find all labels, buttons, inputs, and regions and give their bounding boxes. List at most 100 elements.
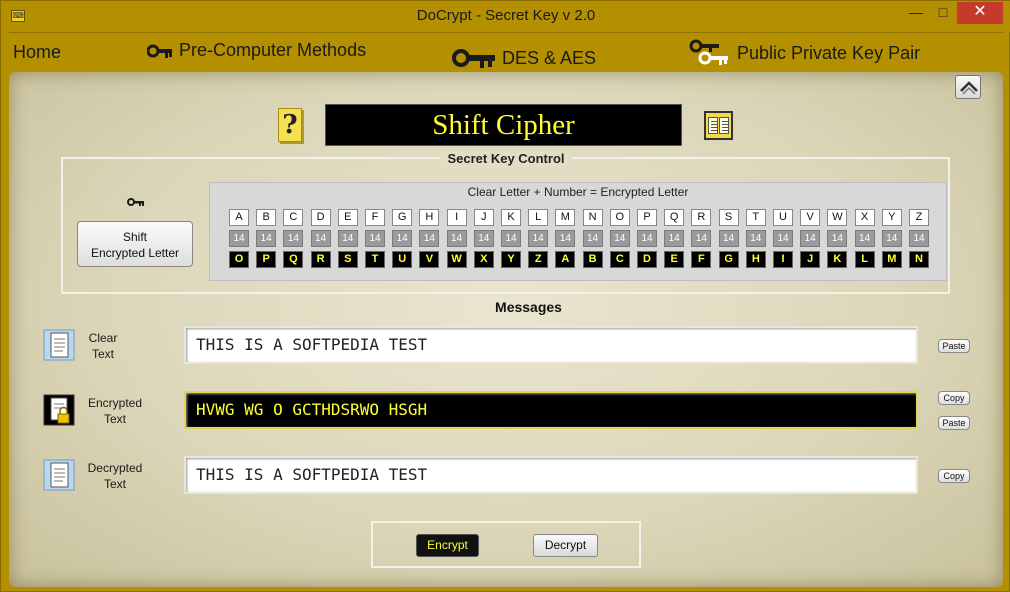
book-icon[interactable] xyxy=(704,111,733,140)
book-line xyxy=(722,121,728,122)
menu-home[interactable]: Home xyxy=(13,42,61,63)
book-line xyxy=(722,130,728,131)
shift-number-cell[interactable]: 14 xyxy=(664,230,685,247)
encrypted-letter-cell: F xyxy=(691,251,712,268)
encrypted-letter-cell: R xyxy=(310,251,331,268)
maximize-button[interactable]: □ xyxy=(930,2,956,24)
minimize-button[interactable]: — xyxy=(903,2,929,24)
shift-number-cell[interactable]: 14 xyxy=(365,230,385,247)
shift-number-cell[interactable]: 14 xyxy=(392,230,413,247)
shift-number-cell[interactable]: 14 xyxy=(691,230,712,247)
encrypted-letter-cell: B xyxy=(582,251,603,268)
menu-public-private-key-pair[interactable]: Public Private Key Pair xyxy=(689,38,920,68)
clear-letter-cell: G xyxy=(392,209,413,226)
shift-number-cell[interactable]: 14 xyxy=(229,230,249,247)
shift-number-cell[interactable]: 14 xyxy=(501,230,521,247)
shift-number-cell[interactable]: 14 xyxy=(337,230,358,247)
shift-number-cell[interactable]: 14 xyxy=(800,230,821,247)
clear-letter-cell: E xyxy=(337,209,358,226)
shift-number-cell[interactable]: 14 xyxy=(881,230,902,247)
collapse-button[interactable] xyxy=(955,75,981,99)
encrypt-button[interactable]: Encrypt xyxy=(416,534,479,557)
encrypted-letter-cell: P xyxy=(256,251,277,268)
clear-letter-cell: I xyxy=(446,209,467,226)
cipher-title: Shift Cipher xyxy=(432,109,575,141)
shift-number-cell[interactable]: 14 xyxy=(419,230,440,247)
shift-number-cell[interactable]: 14 xyxy=(854,230,875,247)
encrypted-letter-cell: A xyxy=(555,251,576,268)
clear-letter-cell: K xyxy=(501,209,521,226)
shift-number-cell[interactable]: 14 xyxy=(909,230,929,247)
menu-pre-computer-methods[interactable]: Pre-Computer Methods xyxy=(147,40,366,61)
collapse-up-icon xyxy=(960,81,978,95)
clear-letter-cell: L xyxy=(528,209,549,226)
book-page-right xyxy=(719,117,729,134)
clear-letter-cell: U xyxy=(773,209,793,226)
decrypted-text-label: Decrypted Text xyxy=(80,460,150,492)
clear-letter-cell: P xyxy=(637,209,657,226)
decrypted-text-field[interactable]: THIS IS A SOFTPEDIA TEST xyxy=(184,456,918,494)
clear-letter-cell: V xyxy=(800,209,821,226)
encrypted-letter-cell: G xyxy=(718,251,739,268)
encrypted-letter-cell: U xyxy=(392,251,413,268)
mapping-formula: Clear Letter + Number = Encrypted Letter xyxy=(467,185,689,199)
book-line xyxy=(711,127,717,128)
secret-key-control-title: Secret Key Control xyxy=(1,150,1010,168)
encrypted-letter-cell: K xyxy=(827,251,848,268)
shift-number-cell[interactable]: 14 xyxy=(827,230,848,247)
encrypted-letter-cell: T xyxy=(365,251,385,268)
clear-letter-cell: X xyxy=(854,209,875,226)
encrypted-text-field[interactable]: HVWG WG O GCTHDSRWO HSGH xyxy=(184,391,918,429)
document-icon xyxy=(43,459,75,491)
shift-number-cell[interactable]: 14 xyxy=(528,230,549,247)
clear-letter-cell: F xyxy=(365,209,385,226)
book-line xyxy=(711,130,717,131)
clear-letter-cell: H xyxy=(419,209,440,226)
clear-letter-cell: N xyxy=(582,209,603,226)
shift-number-cell[interactable]: 14 xyxy=(637,230,657,247)
key-icon xyxy=(127,198,144,206)
copy-decrypted-button[interactable]: Copy xyxy=(938,469,970,483)
encrypted-letter-cell: L xyxy=(854,251,875,268)
book-page-left xyxy=(708,117,718,134)
decrypt-button[interactable]: Decrypt xyxy=(533,534,598,557)
window-title: DoCrypt - Secret Key v 2.0 xyxy=(416,7,596,24)
paste-clear-button[interactable]: Paste xyxy=(938,339,970,353)
close-button[interactable]: ✕ xyxy=(957,2,1003,24)
help-icon[interactable]: ? xyxy=(278,108,302,142)
shift-encrypted-letter-button[interactable]: Shift Encrypted Letter xyxy=(77,221,193,267)
encrypted-letter-cell: Z xyxy=(528,251,549,268)
shift-number-cell[interactable]: 14 xyxy=(582,230,603,247)
clear-text-field[interactable]: THIS IS A SOFTPEDIA TEST xyxy=(184,326,918,364)
shift-number-cell[interactable]: 14 xyxy=(555,230,576,247)
encrypted-letter-cell: Y xyxy=(501,251,521,268)
clear-letter-cell: S xyxy=(718,209,739,226)
clear-letter-cell: Y xyxy=(881,209,902,226)
encrypted-letter-cell: I xyxy=(773,251,793,268)
clear-letter-cell: D xyxy=(310,209,331,226)
copy-encrypted-button[interactable]: Copy xyxy=(938,391,970,405)
shift-number-cell[interactable]: 14 xyxy=(283,230,304,247)
clear-letter-cell: T xyxy=(745,209,766,226)
encrypted-letter-cell: H xyxy=(745,251,766,268)
shift-number-cell[interactable]: 14 xyxy=(310,230,331,247)
encrypted-text-label: Encrypted Text xyxy=(80,395,150,427)
book-line xyxy=(711,121,717,122)
book-line xyxy=(711,124,717,125)
messages-title: Messages xyxy=(495,299,562,315)
key-pair-icon xyxy=(689,39,728,65)
shift-number-cell[interactable]: 14 xyxy=(745,230,766,247)
menu-des-aes[interactable]: DES & AES xyxy=(452,46,596,70)
shift-number-cell[interactable]: 14 xyxy=(773,230,793,247)
shift-button-line-2: Encrypted Letter xyxy=(90,246,180,260)
encrypted-letter-cell: V xyxy=(419,251,440,268)
clear-letter-cell: Z xyxy=(909,209,929,226)
shift-number-cell[interactable]: 14 xyxy=(473,230,494,247)
shift-button-line-1: Shift xyxy=(122,230,147,244)
paste-encrypted-button[interactable]: Paste xyxy=(938,416,970,430)
shift-number-cell[interactable]: 14 xyxy=(256,230,277,247)
shift-number-cell[interactable]: 14 xyxy=(446,230,467,247)
shift-number-cell[interactable]: 14 xyxy=(718,230,739,247)
encrypted-text-label-line-2: Text xyxy=(103,412,126,426)
shift-number-cell[interactable]: 14 xyxy=(609,230,630,247)
